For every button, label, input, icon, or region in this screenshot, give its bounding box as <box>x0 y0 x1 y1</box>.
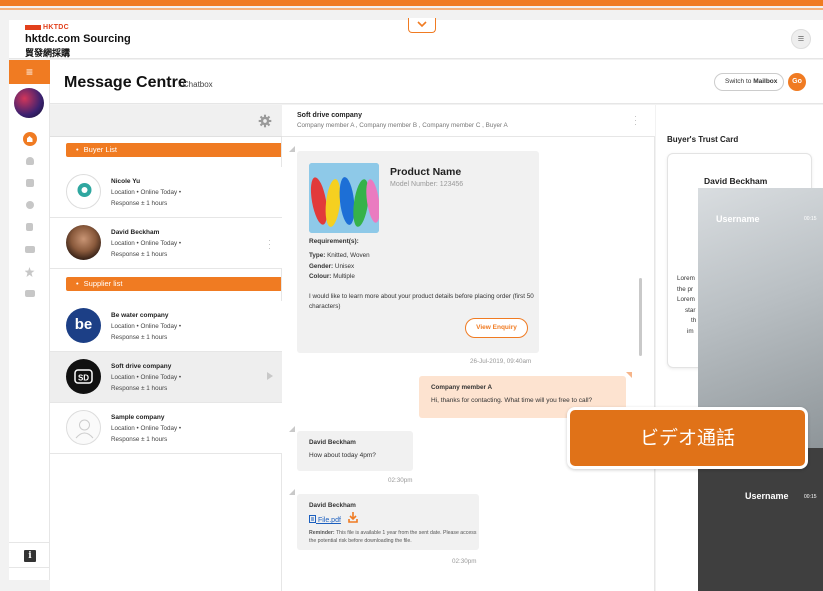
file-icon <box>309 515 316 523</box>
download-icon[interactable] <box>348 512 358 523</box>
avatar[interactable] <box>14 88 44 118</box>
svg-text:SD: SD <box>78 374 89 383</box>
timestamp: 02:30pm <box>452 558 477 565</box>
chat-icon[interactable] <box>9 174 50 196</box>
message-text: Hi, thanks for contacting. What time wil… <box>431 397 593 404</box>
product-enquiry-card: Product Name Model Number: 123456 Requir… <box>297 151 539 353</box>
list-item[interactable]: David Beckham Location • Online Today • R… <box>50 218 282 269</box>
contact-list-header <box>50 105 282 137</box>
timestamp: 26-Jul-2019, 09:40am <box>470 358 532 365</box>
brand-logo <box>66 174 101 209</box>
contact-meta: Location • Online Today • Response ± 1 ho… <box>111 323 182 341</box>
file-link[interactable]: File.pdf <box>309 515 341 524</box>
left-rail: ≡ i <box>9 60 50 580</box>
video-username: Username <box>716 214 760 224</box>
contact-name: Sample company <box>111 414 165 421</box>
header-menu-button[interactable]: ≡ <box>791 29 811 49</box>
avatar-placeholder <box>66 410 101 445</box>
home-icon[interactable] <box>9 130 50 152</box>
contact-meta: Location • Online Today • Response ± 1 ho… <box>111 189 182 207</box>
product-image[interactable] <box>309 163 379 233</box>
globe-icon[interactable] <box>9 196 50 218</box>
card-icon[interactable] <box>9 284 50 306</box>
collapse-header-button[interactable] <box>408 18 436 33</box>
message-sender: Company member A <box>431 384 493 391</box>
chat-title: Soft drive company <box>297 112 362 119</box>
brand-logo: be <box>66 308 101 343</box>
call-duration: 00:15 <box>804 494 817 500</box>
video-feed-local <box>698 448 823 591</box>
product-model: Model Number: 123456 <box>390 181 464 188</box>
contact-list-panel: Buyer List Nicole Yu Location • Online T… <box>50 105 282 591</box>
go-button[interactable]: Go <box>788 73 806 91</box>
money-icon[interactable] <box>9 240 50 262</box>
top-accent-line <box>0 8 823 10</box>
file-reminder: Reminder: This file is available 1 year … <box>309 530 477 544</box>
chat-panel: Soft drive company Company member A , Co… <box>282 105 655 591</box>
contact-name: Nicole Yu <box>111 178 141 185</box>
list-item[interactable]: Nicole Yu Location • Online Today • Respo… <box>50 167 282 218</box>
info-icon: i <box>24 550 36 562</box>
top-accent-bar <box>0 0 823 6</box>
call-duration: 00:15 <box>804 216 817 222</box>
more-options-icon[interactable]: · · · <box>634 112 637 129</box>
contact-name: David Beckham <box>111 229 160 236</box>
chat-header: Soft drive company Company member A , Co… <box>282 105 655 137</box>
contact-meta: Location • Online Today • Response ± 1 ho… <box>111 374 182 392</box>
hamburger-menu-icon[interactable]: ≡ <box>9 60 50 84</box>
contact-meta: Location • Online Today • Response ± 1 ho… <box>111 425 182 443</box>
requirements-title: Requirement(s): <box>309 238 359 245</box>
product-name: Product Name <box>390 166 462 178</box>
chevron-down-icon <box>417 21 427 28</box>
list-item-active[interactable]: SD Soft drive company Location • Online … <box>50 352 282 403</box>
message-sender: David Beckham <box>309 439 356 446</box>
page-title: Message Centre <box>64 74 187 91</box>
star-icon[interactable] <box>9 262 50 284</box>
title-bar: Message Centre › Chatbox Switch to Mailb… <box>50 60 823 104</box>
play-arrow-icon <box>267 372 273 380</box>
breadcrumb[interactable]: › Chatbox <box>178 80 213 89</box>
contact-name: Be water company <box>111 312 169 319</box>
site-header: HKTDC hktdc.com Sourcing 貿發網採購 ≡ <box>9 18 823 59</box>
trust-description: Lorem the pr Lorem star th im <box>677 275 697 335</box>
contact-name: Soft drive company <box>111 363 172 370</box>
info-button[interactable]: i <box>9 542 50 568</box>
video-call-window[interactable]: Username 00:15 Username 00:15 <box>698 188 823 591</box>
brand-name[interactable]: hktdc.com Sourcing <box>25 33 131 45</box>
message-text: How about today 4pm? <box>309 452 376 459</box>
hktdc-logo[interactable]: HKTDC <box>25 24 69 31</box>
svg-text:be: be <box>75 316 93 333</box>
chat-members: Company member A , Company member B , Co… <box>297 122 508 129</box>
message-bubble-incoming: David Beckham How about today 4pm? <box>297 431 413 471</box>
list-item[interactable]: be Be water company Location • Online To… <box>50 301 282 352</box>
app-frame: HKTDC hktdc.com Sourcing 貿發網採購 ≡ ≡ i Mes… <box>0 0 823 591</box>
scrollbar[interactable] <box>639 278 642 356</box>
brand-name-chinese: 貿發網採購 <box>25 48 71 58</box>
file-message-bubble: David Beckham File.pdf Reminder: This fi… <box>297 494 479 550</box>
avatar <box>66 225 101 260</box>
gear-icon[interactable] <box>258 114 272 128</box>
brand-logo: SD <box>66 359 101 394</box>
user-icon[interactable] <box>9 152 50 174</box>
rail-nav <box>9 130 50 306</box>
supplier-list-header[interactable]: Supplier list <box>66 277 281 291</box>
message-sender: David Beckham <box>309 502 356 509</box>
timestamp: 02:30pm <box>388 477 413 484</box>
contact-meta: Location • Online Today • Response ± 1 ho… <box>111 240 182 258</box>
buyer-list-header[interactable]: Buyer List <box>66 143 281 157</box>
more-options-icon[interactable]: · · · <box>268 236 271 253</box>
video-username: Username <box>745 491 789 501</box>
view-enquiry-button[interactable]: View Enquiry <box>465 318 528 338</box>
video-call-button[interactable]: ビデオ通話 <box>567 407 808 469</box>
switch-to-mailbox-button[interactable]: Switch to Mailbox <box>714 73 784 91</box>
enquiry-message: I would like to learn more about your pr… <box>309 293 534 310</box>
list-item[interactable]: Sample company Location • Online Today •… <box>50 403 282 454</box>
trust-card-title: Buyer's Trust Card <box>667 135 739 144</box>
requirements-list: Type: Knitted, Woven Gender: Unisex Colo… <box>309 252 370 280</box>
document-icon[interactable] <box>9 218 50 240</box>
buyer-name: David Beckham <box>704 176 768 186</box>
